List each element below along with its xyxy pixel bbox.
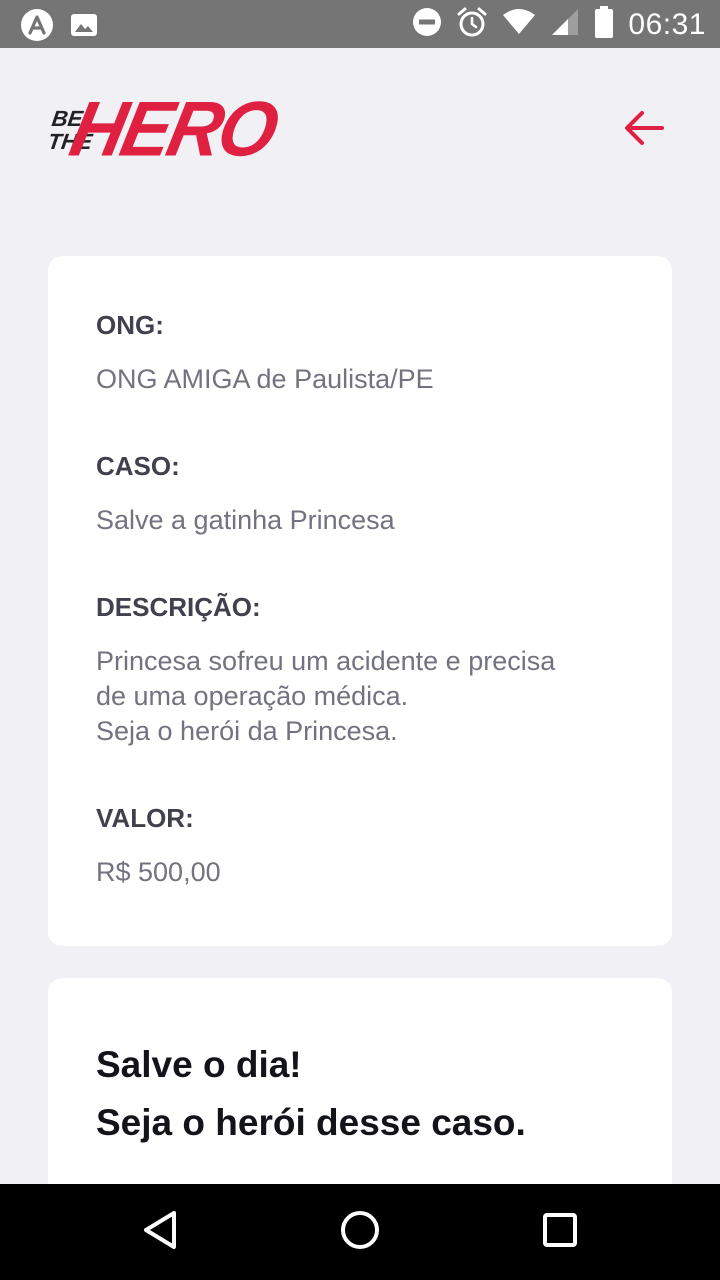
- app-screen: BE THE HERO ONG: ONG AMIGA de Paulista/P…: [0, 48, 720, 1184]
- status-bar: 06:31: [0, 0, 720, 48]
- be-the-hero-logo: BE THE HERO: [46, 84, 283, 174]
- case-value: Salve a gatinha Princesa: [96, 505, 395, 535]
- logo-word: HERO: [63, 85, 284, 173]
- status-time: 06:31: [628, 7, 706, 41]
- recents-square-icon: [541, 1211, 579, 1254]
- status-bar-left: [20, 8, 98, 47]
- do-not-disturb-icon: [412, 7, 442, 42]
- contact-title-line1: Salve o dia!: [96, 1044, 302, 1085]
- battery-icon: [594, 6, 614, 43]
- nav-back-button[interactable]: [134, 1206, 186, 1258]
- case-label: CASO:: [96, 451, 180, 481]
- alarm-icon: [456, 6, 488, 43]
- image-icon: [70, 11, 98, 44]
- incident-card: ONG: ONG AMIGA de Paulista/PE CASO: Salv…: [48, 256, 672, 946]
- contact-title-line2: Seja o herói desse caso.: [96, 1102, 526, 1143]
- nav-recents-button[interactable]: [534, 1206, 586, 1258]
- back-button[interactable]: [620, 106, 668, 154]
- description-label: DESCRIÇÃO:: [96, 592, 261, 622]
- description-value: Princesa sofreu um acidente e precisa de…: [96, 646, 556, 746]
- app-logo-icon: [20, 8, 54, 47]
- home-circle-icon: [339, 1209, 381, 1256]
- arrow-left-icon: [622, 108, 666, 153]
- ong-value: ONG AMIGA de Paulista/PE: [96, 364, 434, 394]
- value-amount: R$ 500,00: [96, 857, 221, 887]
- contact-card: Salve o dia! Seja o herói desse caso.: [48, 978, 672, 1184]
- wifi-icon: [502, 8, 536, 41]
- header: BE THE HERO: [0, 48, 720, 208]
- nav-home-button[interactable]: [334, 1206, 386, 1258]
- back-triangle-icon: [140, 1209, 180, 1256]
- value-label: VALOR:: [96, 803, 194, 833]
- signal-icon: [550, 7, 580, 42]
- ong-label: ONG:: [96, 310, 164, 340]
- status-bar-right: 06:31: [412, 6, 706, 43]
- navigation-bar: [0, 1184, 720, 1280]
